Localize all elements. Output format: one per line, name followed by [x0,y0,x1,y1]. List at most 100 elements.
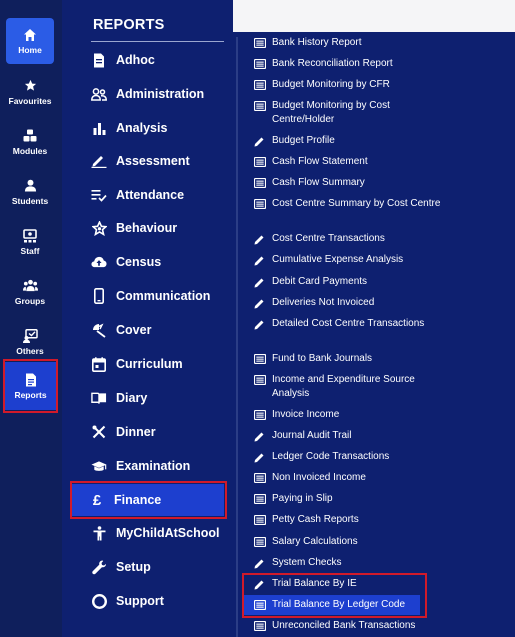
category-dinner[interactable]: Dinner [91,417,221,447]
category-finance[interactable]: £ Finance [72,484,224,516]
report-item-label: Ledger Code Transactions [272,451,390,462]
people-icon [91,86,107,102]
pencil-icon [253,134,266,148]
cloud-upload-icon [91,254,107,270]
report-item-label: Bank History Report [272,37,362,48]
report-list-icon [253,513,266,527]
rail-home[interactable]: Home [6,18,54,64]
cutlery-icon [91,424,107,440]
category-label: Census [116,255,162,269]
report-item-paying-in-slip[interactable]: Paying in Slip [253,492,443,506]
pencil-icon [253,317,266,331]
rail-reports[interactable]: Reports [5,362,56,410]
rail-favourites[interactable]: Favourites [5,68,55,116]
rail-groups[interactable]: Groups [5,268,55,316]
report-item-cost-centre-summary-by-cost-centre[interactable]: Cost Centre Summary by Cost Centre [253,197,443,211]
report-item-cash-flow-statement[interactable]: Cash Flow Statement [253,155,443,169]
report-list-icon [253,176,266,190]
category-setup[interactable]: Setup [91,552,221,582]
category-diary[interactable]: Diary [91,383,221,413]
category-assessment[interactable]: Assessment [91,146,221,176]
report-item-income-and-expenditure-source-analysis[interactable]: Income and Expenditure Source Analysis [253,373,443,401]
category-label: Setup [116,560,151,574]
report-item-fund-to-bank-journals[interactable]: Fund to Bank Journals [253,352,443,366]
rail-label: Favourites [8,96,52,106]
child-icon [91,525,107,541]
report-item-unreconciled-bank-transactions[interactable]: Unreconciled Bank Transactions [253,619,443,633]
graduation-cap-icon [91,458,107,474]
report-item-label: Income and Expenditure Source Analysis [272,374,415,399]
report-list-icon [253,492,266,506]
category-label: Assessment [116,154,190,168]
report-item-debit-card-payments[interactable]: Debit Card Payments [253,275,443,289]
report-item-petty-cash-reports[interactable]: Petty Cash Reports [253,513,443,527]
report-item-detailed-cost-centre-transactions[interactable]: Detailed Cost Centre Transactions [253,317,443,331]
report-item-system-checks[interactable]: System Checks [253,556,443,570]
report-item-cost-centre-transactions[interactable]: Cost Centre Transactions [253,232,443,246]
report-item-label: Cost Centre Summary by Cost Centre [272,198,441,209]
pencil-icon [253,296,266,310]
rail-others[interactable]: Others [5,318,55,366]
category-support[interactable]: Support [91,586,221,616]
report-item-label: Trial Balance By IE [272,578,357,589]
pencil-line-icon [91,153,107,169]
report-item-label: Bank Reconciliation Report [272,58,393,69]
rail-label: Groups [14,296,46,306]
report-list-icon [253,78,266,92]
category-communication[interactable]: Communication [91,281,221,311]
report-item-deliveries-not-invoiced[interactable]: Deliveries Not Invoiced [253,296,443,310]
category-examination[interactable]: Examination [91,451,221,481]
report-item-ledger-code-transactions[interactable]: Ledger Code Transactions [253,450,443,464]
wrench-icon [91,559,107,575]
report-item-salary-calculations[interactable]: Salary Calculations [253,535,443,549]
top-bar [233,0,515,32]
report-item-trial-balance-by-ledger-code[interactable]: Trial Balance By Ledger Code [244,595,420,615]
phone-icon [91,288,107,304]
pencil-icon [253,232,266,246]
category-label: Adhoc [116,53,155,67]
report-item-budget-monitoring-by-cfr[interactable]: Budget Monitoring by CFR [253,78,443,92]
report-item-cash-flow-summary[interactable]: Cash Flow Summary [253,176,443,190]
pencil-icon [253,253,266,267]
rail-students[interactable]: Students [5,168,55,216]
report-item-non-invoiced-income[interactable]: Non Invoiced Income [253,471,443,485]
report-item-label: System Checks [272,557,342,568]
checklist-icon [91,187,107,203]
rail-modules[interactable]: Modules [5,118,55,166]
rail-staff[interactable]: Staff [5,218,55,266]
rail-label: Reports [14,390,47,400]
category-label: Examination [116,459,191,473]
category-label: Attendance [116,188,185,202]
report-item-bank-reconciliation-report[interactable]: Bank Reconciliation Report [253,57,443,71]
category-administration[interactable]: Administration [91,79,221,109]
category-attendance[interactable]: Attendance [91,180,221,210]
report-item-cumulative-expense-analysis[interactable]: Cumulative Expense Analysis [253,253,443,267]
category-cover[interactable]: Cover [91,315,221,345]
report-item-trial-balance-by-ie[interactable]: Trial Balance By IE [253,577,443,591]
book-icon [91,390,107,406]
report-item-budget-monitoring-by-cost-centre-holder[interactable]: Budget Monitoring by Cost Centre/Holder [253,99,443,127]
category-panel: REPORTS Adhoc Administration Analysis As… [62,0,233,637]
category-mychildatschool[interactable]: MyChildAtSchool [91,518,221,548]
pencil-icon [253,450,266,464]
report-item-label: Cash Flow Summary [272,177,365,188]
report-item-invoice-income[interactable]: Invoice Income [253,408,443,422]
category-analysis[interactable]: Analysis [91,113,221,143]
report-item-journal-audit-trail[interactable]: Journal Audit Trail [253,429,443,443]
rail-label: Modules [12,146,48,156]
pencil-icon [253,429,266,443]
category-adhoc[interactable]: Adhoc [91,45,221,75]
report-item-label: Budget Profile [272,135,335,146]
star-icon [23,78,38,93]
report-item-budget-profile[interactable]: Budget Profile [253,134,443,148]
category-label: Diary [116,391,148,405]
category-census[interactable]: Census [91,247,221,277]
category-curriculum[interactable]: Curriculum [91,349,221,379]
category-label: MyChildAtSchool [116,526,220,540]
category-behaviour[interactable]: Behaviour [91,213,221,243]
report-item-bank-history-report[interactable]: Bank History Report [253,36,443,50]
star-badge-icon [91,220,107,236]
student-icon [23,178,38,193]
rail-label: Home [18,45,42,55]
panel-title: REPORTS [93,17,165,33]
